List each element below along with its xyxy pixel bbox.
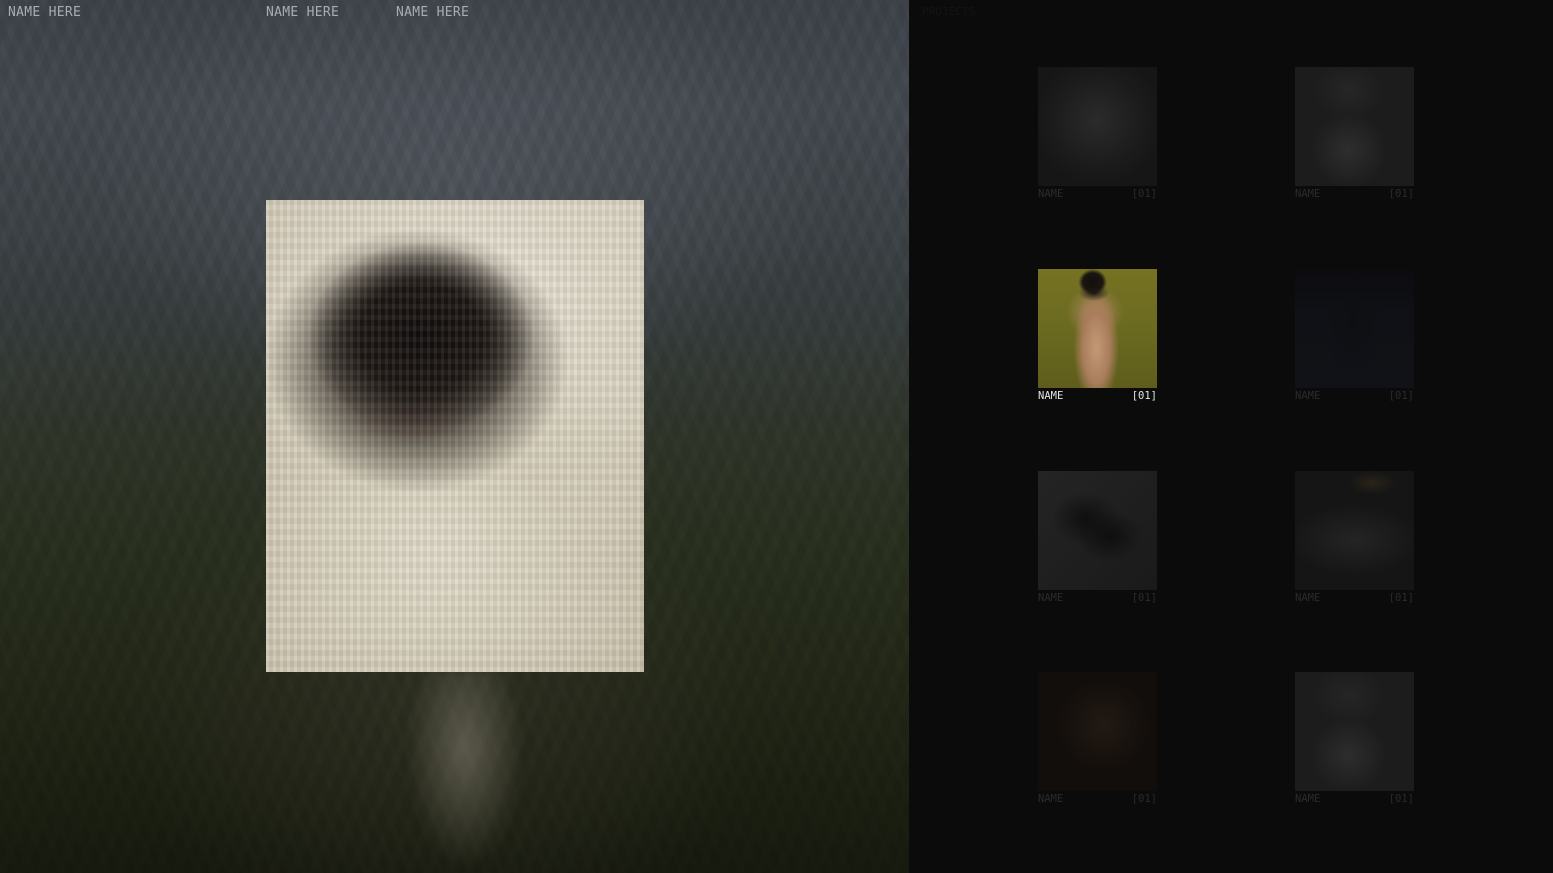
gallery-item-name: NAME (1038, 592, 1064, 604)
gallery-item-name: NAME (1038, 390, 1064, 402)
hero-background-figure (405, 670, 525, 870)
gallery-thumbnail[interactable] (1295, 269, 1414, 388)
gallery-thumbnail[interactable] (1038, 269, 1157, 388)
gallery-caption: NAME [01] (1038, 793, 1157, 807)
gallery-card[interactable]: NAME [01] (1295, 672, 1414, 812)
gallery-item-name: NAME (1295, 793, 1321, 805)
gallery-caption: NAME [01] (1038, 592, 1157, 606)
gallery-panel (909, 0, 1553, 873)
nav-link-2[interactable]: NAME HERE (266, 5, 339, 20)
gallery-thumbnail[interactable] (1295, 672, 1414, 791)
nav-link-3[interactable]: NAME HERE (396, 5, 469, 20)
gallery-card[interactable]: NAME [01] (1038, 471, 1157, 611)
gallery-item-index: [01] (1388, 793, 1414, 805)
gallery-item-name: NAME (1295, 390, 1321, 402)
gallery-label: PROJECTS (922, 5, 975, 18)
gallery-thumbnail[interactable] (1295, 67, 1414, 186)
gallery-caption: NAME [01] (1295, 592, 1414, 606)
gallery-item-index: [01] (1131, 793, 1157, 805)
gallery-card[interactable]: NAME [01] (1038, 67, 1157, 207)
gallery-card[interactable]: NAME [01] (1038, 672, 1157, 812)
gallery-item-index: [01] (1388, 390, 1414, 402)
gallery-caption: NAME [01] (1295, 390, 1414, 404)
gallery-thumbnail[interactable] (1038, 67, 1157, 186)
gallery-item-name: NAME (1038, 188, 1064, 200)
featured-image-texture (266, 200, 644, 672)
hero-panel (0, 0, 909, 873)
gallery-item-index: [01] (1131, 390, 1157, 402)
gallery-card[interactable]: NAME [01] (1295, 269, 1414, 409)
gallery-card[interactable]: NAME [01] (1295, 471, 1414, 611)
gallery-caption: NAME [01] (1295, 188, 1414, 202)
gallery-caption: NAME [01] (1038, 188, 1157, 202)
gallery-item-index: [01] (1131, 188, 1157, 200)
gallery-card[interactable]: NAME [01] (1295, 67, 1414, 207)
gallery-thumbnail[interactable] (1038, 471, 1157, 590)
featured-image[interactable] (266, 200, 644, 672)
gallery-item-index: [01] (1388, 592, 1414, 604)
gallery-thumbnail[interactable] (1295, 471, 1414, 590)
gallery-item-name: NAME (1038, 793, 1064, 805)
gallery-item-index: [01] (1388, 188, 1414, 200)
gallery-caption: NAME [01] (1295, 793, 1414, 807)
gallery-caption: NAME [01] (1038, 390, 1157, 404)
nav-link-1[interactable]: NAME HERE (8, 5, 81, 20)
gallery-card-active[interactable]: NAME [01] (1038, 269, 1157, 409)
gallery-thumbnail[interactable] (1038, 672, 1157, 791)
gallery-item-name: NAME (1295, 188, 1321, 200)
gallery-item-name: NAME (1295, 592, 1321, 604)
gallery-item-index: [01] (1131, 592, 1157, 604)
